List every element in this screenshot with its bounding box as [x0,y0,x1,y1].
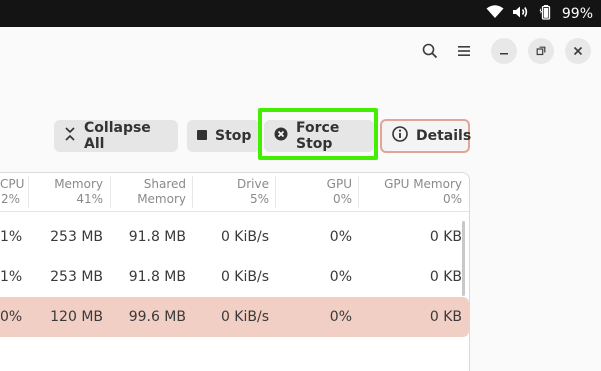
header-sub: 41% [76,192,103,206]
cell-cpu: 1% [0,229,23,245]
table-row[interactable]: 1% 253 MB 91.8 MB 0 KiB/s 0% 0 KB [0,257,469,297]
stop-label: Stop [215,128,252,144]
cell-memory: 120 MB [50,309,103,325]
system-top-bar: 99% [0,0,601,27]
close-button[interactable] [565,38,591,64]
minimize-button[interactable] [491,38,517,64]
stop-button[interactable]: Stop [187,120,260,152]
header-sub: 5% [249,192,269,206]
collapse-all-button[interactable]: Collapse All [54,120,178,152]
collapse-all-label: Collapse All [84,120,151,152]
column-header-shared-memory[interactable]: Shared Memory [120,177,186,207]
column-header-gpu[interactable]: GPU 0% [290,177,352,207]
column-divider[interactable] [110,176,111,208]
collapse-icon [64,127,76,145]
details-label: Details [416,128,472,144]
header-label: CPU [0,177,25,191]
cell-shared-memory: 91.8 MB [128,229,186,245]
column-header-gpu-memory[interactable]: GPU Memory 0% [368,177,462,207]
column-divider[interactable] [28,176,29,208]
header-sub: 0% [442,192,462,206]
search-icon[interactable] [417,38,443,64]
header-label: GPU [326,177,352,191]
cell-gpu-memory: 0 KB [429,269,462,285]
table-row[interactable]: 1% 253 MB 91.8 MB 0 KiB/s 0% 0 KB [0,217,469,257]
process-table: CPU 2% Memory 41% Shared Memory Drive 5%… [0,172,470,371]
table-row-selected[interactable]: 0% 120 MB 99.6 MB 0 KiB/s 0% 0 KB [0,297,469,337]
header-sub: 0% [332,192,352,206]
column-header-cpu[interactable]: CPU 2% [0,177,24,207]
column-header-memory[interactable]: Memory 41% [40,177,103,207]
column-header-drive[interactable]: Drive 5% [205,177,269,207]
header-label: GPU Memory [384,177,462,191]
cell-cpu: 1% [0,269,23,285]
column-divider[interactable] [275,176,276,208]
cell-cpu: 0% [0,309,23,325]
scrollbar[interactable] [462,221,465,296]
force-stop-highlight [258,108,378,160]
hamburger-menu-icon[interactable] [451,38,477,64]
battery-charging-icon[interactable] [538,4,554,24]
info-icon [392,126,408,146]
cell-gpu: 0% [329,269,352,285]
wifi-icon[interactable] [486,4,504,23]
details-button[interactable]: Details [380,119,472,153]
cell-gpu: 0% [329,229,352,245]
header-label: Drive [237,177,269,191]
cell-drive: 0 KiB/s [220,309,269,325]
cell-memory: 253 MB [50,269,103,285]
header-sub: Memory [137,192,186,206]
cell-shared-memory: 91.8 MB [128,269,186,285]
header-sub: 2% [0,192,20,206]
header-label: Memory [54,177,103,191]
header-label: Shared [143,177,186,191]
cell-memory: 253 MB [50,229,103,245]
cell-shared-memory: 99.6 MB [128,309,186,325]
header-separator [0,211,469,212]
cell-drive: 0 KiB/s [220,229,269,245]
column-divider[interactable] [192,176,193,208]
battery-percentage: 99% [561,5,593,22]
maximize-button[interactable] [528,38,554,64]
cell-gpu-memory: 0 KB [429,309,462,325]
column-divider[interactable] [358,176,359,208]
volume-icon[interactable] [512,4,530,23]
cell-gpu-memory: 0 KB [429,229,462,245]
system-tray[interactable]: 99% [486,0,593,27]
cell-drive: 0 KiB/s [220,269,269,285]
cell-gpu: 0% [329,309,352,325]
stop-icon [197,128,207,144]
